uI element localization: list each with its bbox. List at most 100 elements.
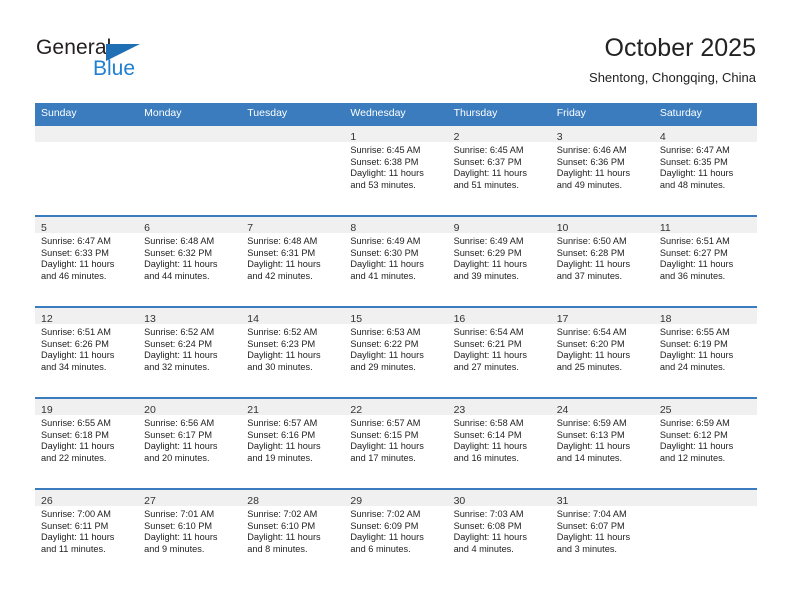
- sunset-text: Sunset: 6:33 PM: [41, 247, 109, 258]
- day-number-band: 15: [344, 308, 448, 325]
- daylight-text-line1: Daylight: 11 hours: [350, 441, 424, 452]
- calendar-day-cell[interactable]: 31 Sunrise: 7:04 AM Sunset: 6:07 PM Dayligh…: [550, 488, 654, 579]
- day-number-band: 13: [138, 308, 242, 325]
- calendar-day-cell[interactable]: 1 Sunrise: 6:45 AM Sunset: 6:38 PM Daylight…: [344, 124, 448, 216]
- sunset-text: Sunset: 6:08 PM: [453, 520, 522, 531]
- sunset-text: Sunset: 6:10 PM: [247, 520, 316, 531]
- daylight-text-line1: Daylight: 11 hours: [350, 532, 424, 543]
- daylight-text-line2: and 16 minutes.: [453, 452, 519, 463]
- calendar-day-cell[interactable]: 21 Sunrise: 6:57 AM Sunset: 6:16 PM Dayligh…: [241, 397, 345, 489]
- day-number-band: 17: [550, 308, 654, 325]
- calendar-day-cell[interactable]: 3 Sunrise: 6:46 AM Sunset: 6:36 PM Daylight…: [550, 124, 654, 216]
- day-cell-details: [241, 142, 344, 145]
- calendar-day-cell[interactable]: 26 Sunrise: 7:00 AM Sunset: 6:11 PM Dayligh…: [35, 488, 139, 579]
- day-cell-details: Sunrise: 7:01 AM Sunset: 6:10 PM Daylight:…: [138, 506, 241, 555]
- calendar-day-cell[interactable]: 24 Sunrise: 6:59 AM Sunset: 6:13 PM Dayligh…: [550, 397, 654, 489]
- day-number-band: [241, 126, 345, 142]
- sunset-text: Sunset: 6:18 PM: [41, 429, 109, 440]
- day-number: 7: [247, 222, 254, 234]
- day-number: 31: [556, 495, 569, 507]
- daylight-text-line2: and 34 minutes.: [41, 361, 107, 372]
- day-number: 12: [41, 313, 53, 325]
- day-number: 3: [556, 131, 563, 143]
- sunrise-text: Sunrise: 6:54 AM: [556, 327, 627, 337]
- daylight-text-line2: and 8 minutes.: [247, 543, 308, 554]
- daylight-text-line1: Daylight: 11 hours: [556, 441, 631, 452]
- weekday-header-thursday: Thursday: [447, 103, 551, 125]
- daylight-text-line1: Daylight: 11 hours: [453, 350, 527, 361]
- calendar-day-cell[interactable]: 28 Sunrise: 7:02 AM Sunset: 6:10 PM Dayligh…: [241, 488, 345, 579]
- calendar-day-cell[interactable]: 13 Sunrise: 6:52 AM Sunset: 6:24 PM Dayligh…: [138, 306, 242, 398]
- sunrise-text: Sunrise: 7:02 AM: [247, 509, 318, 519]
- daylight-text-line1: Daylight: 11 hours: [247, 441, 321, 452]
- day-number-band: 8: [344, 217, 448, 234]
- general-blue-logo[interactable]: General Blue: [36, 36, 166, 84]
- daylight-text-line1: Daylight: 11 hours: [41, 532, 115, 543]
- sunrise-text: Sunrise: 6:48 AM: [144, 236, 215, 246]
- calendar-day-cell[interactable]: 18 Sunrise: 6:55 AM Sunset: 6:19 PM Dayligh…: [653, 306, 757, 398]
- calendar-day-cell[interactable]: 23 Sunrise: 6:58 AM Sunset: 6:14 PM Dayligh…: [447, 397, 551, 489]
- sunset-text: Sunset: 6:36 PM: [556, 156, 625, 167]
- calendar-day-cell[interactable]: 7 Sunrise: 6:48 AM Sunset: 6:31 PM Daylight…: [241, 215, 345, 307]
- calendar-day-cell[interactable]: 29 Sunrise: 7:02 AM Sunset: 6:09 PM Dayligh…: [344, 488, 448, 579]
- calendar-day-cell[interactable]: 15 Sunrise: 6:53 AM Sunset: 6:22 PM Dayligh…: [344, 306, 448, 398]
- day-number: 21: [247, 404, 259, 416]
- calendar-day-cell[interactable]: 19 Sunrise: 6:55 AM Sunset: 6:18 PM Dayligh…: [35, 397, 139, 489]
- day-number: 18: [659, 313, 672, 325]
- day-number: 28: [247, 495, 259, 507]
- calendar-day-cell[interactable]: 30 Sunrise: 7:03 AM Sunset: 6:08 PM Dayligh…: [447, 488, 551, 579]
- calendar-day-cell[interactable]: 27 Sunrise: 7:01 AM Sunset: 6:10 PM Dayligh…: [138, 488, 242, 579]
- calendar-grid: Sunday Monday Tuesday Wednesday Thursday…: [35, 103, 757, 579]
- sunset-text: Sunset: 6:31 PM: [247, 247, 316, 258]
- day-cell-details: Sunrise: 6:46 AM Sunset: 6:36 PM Daylight:…: [551, 142, 654, 191]
- sunrise-text: Sunrise: 6:54 AM: [453, 327, 524, 337]
- sunrise-text: Sunrise: 6:53 AM: [350, 327, 421, 337]
- day-number: 30: [453, 495, 466, 507]
- daylight-text-line2: and 22 minutes.: [41, 452, 107, 463]
- calendar-day-cell[interactable]: 8 Sunrise: 6:49 AM Sunset: 6:30 PM Daylight…: [344, 215, 448, 307]
- day-number: 20: [144, 404, 156, 416]
- weekday-header-friday: Friday: [550, 103, 654, 125]
- day-cell-details: Sunrise: 6:52 AM Sunset: 6:23 PM Daylight:…: [241, 324, 344, 373]
- sunrise-text: Sunrise: 6:51 AM: [659, 236, 730, 246]
- day-cell-details: Sunrise: 6:53 AM Sunset: 6:22 PM Daylight:…: [344, 324, 447, 373]
- daylight-text-line1: Daylight: 11 hours: [556, 168, 631, 179]
- day-number-band: 31: [550, 490, 654, 507]
- daylight-text-line1: Daylight: 11 hours: [350, 168, 424, 179]
- calendar-day-cell[interactable]: 2 Sunrise: 6:45 AM Sunset: 6:37 PM Daylight…: [447, 124, 551, 216]
- weekday-header-wednesday: Wednesday: [344, 103, 448, 125]
- calendar-day-cell[interactable]: 22 Sunrise: 6:57 AM Sunset: 6:15 PM Dayligh…: [344, 397, 448, 489]
- sunset-text: Sunset: 6:17 PM: [144, 429, 213, 440]
- sunset-text: Sunset: 6:13 PM: [556, 429, 625, 440]
- daylight-text-line1: Daylight: 11 hours: [659, 259, 734, 270]
- day-number-band: 24: [550, 399, 654, 416]
- day-cell-details: Sunrise: 6:55 AM Sunset: 6:19 PM Daylight:…: [654, 324, 757, 373]
- calendar-day-cell[interactable]: 6 Sunrise: 6:48 AM Sunset: 6:32 PM Daylight…: [138, 215, 242, 307]
- calendar-day-cell[interactable]: 4 Sunrise: 6:47 AM Sunset: 6:35 PM Daylight…: [653, 124, 757, 216]
- sunset-text: Sunset: 6:19 PM: [659, 338, 728, 349]
- calendar-day-cell[interactable]: 12 Sunrise: 6:51 AM Sunset: 6:26 PM Dayligh…: [35, 306, 139, 398]
- day-number: 13: [144, 313, 156, 325]
- daylight-text-line2: and 39 minutes.: [453, 270, 519, 281]
- calendar-day-cell[interactable]: 16 Sunrise: 6:54 AM Sunset: 6:21 PM Dayligh…: [447, 306, 551, 398]
- day-number: 26: [41, 495, 53, 507]
- day-number-band: 10: [550, 217, 654, 234]
- day-cell-details: Sunrise: 7:04 AM Sunset: 6:07 PM Daylight:…: [551, 506, 654, 555]
- day-cell-details: Sunrise: 6:49 AM Sunset: 6:29 PM Daylight:…: [448, 233, 551, 282]
- sunrise-text: Sunrise: 7:00 AM: [41, 509, 111, 519]
- calendar-day-cell[interactable]: 14 Sunrise: 6:52 AM Sunset: 6:23 PM Dayligh…: [241, 306, 345, 398]
- day-number: 27: [144, 495, 156, 507]
- calendar-day-cell[interactable]: 25 Sunrise: 6:59 AM Sunset: 6:12 PM Dayligh…: [653, 397, 757, 489]
- daylight-text-line2: and 20 minutes.: [144, 452, 210, 463]
- daylight-text-line2: and 3 minutes.: [556, 543, 617, 554]
- calendar-day-cell[interactable]: 10 Sunrise: 6:50 AM Sunset: 6:28 PM Dayligh…: [550, 215, 654, 307]
- daylight-text-line1: Daylight: 11 hours: [453, 532, 527, 543]
- calendar-day-cell[interactable]: 9 Sunrise: 6:49 AM Sunset: 6:29 PM Daylight…: [447, 215, 551, 307]
- calendar-day-cell[interactable]: 17 Sunrise: 6:54 AM Sunset: 6:20 PM Dayligh…: [550, 306, 654, 398]
- calendar-day-cell[interactable]: 5 Sunrise: 6:47 AM Sunset: 6:33 PM Daylight…: [35, 215, 139, 307]
- calendar-day-cell[interactable]: 20 Sunrise: 6:56 AM Sunset: 6:17 PM Dayligh…: [138, 397, 242, 489]
- day-number-band: 23: [447, 399, 551, 416]
- calendar-week-row: 1 Sunrise: 6:45 AM Sunset: 6:38 PM Daylight…: [35, 124, 757, 216]
- day-cell-details: Sunrise: 6:54 AM Sunset: 6:21 PM Daylight:…: [448, 324, 551, 373]
- calendar-day-cell[interactable]: 11 Sunrise: 6:51 AM Sunset: 6:27 PM Dayligh…: [653, 215, 757, 307]
